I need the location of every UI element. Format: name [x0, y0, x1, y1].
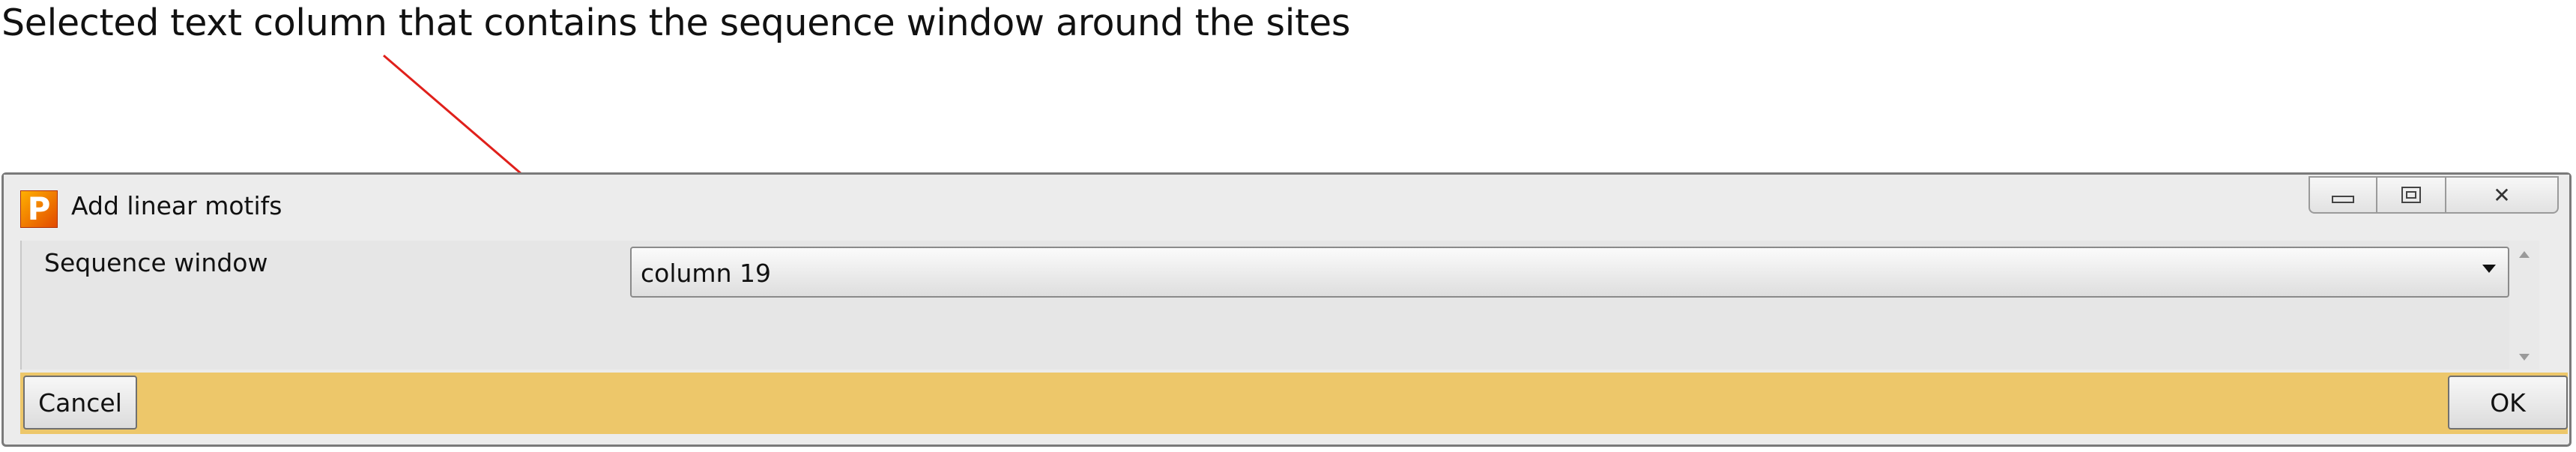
annotation-text: Selected text column that contains the s…: [1, 1, 1351, 44]
scroll-up-icon[interactable]: [2519, 251, 2530, 258]
sequence-window-label: Sequence window: [44, 248, 268, 277]
dialog-title: Add linear motifs: [71, 191, 282, 220]
window-controls: ✕: [2309, 176, 2559, 214]
vertical-scrollbar[interactable]: [2509, 241, 2539, 370]
cancel-button[interactable]: Cancel: [23, 376, 137, 430]
close-button[interactable]: ✕: [2446, 176, 2559, 214]
dialog-content: Sequence window column 19: [20, 241, 2539, 370]
button-bar: Cancel OK: [20, 373, 2568, 434]
sequence-window-select[interactable]: column 19: [630, 247, 2509, 298]
minimize-button[interactable]: [2309, 176, 2377, 214]
selected-column-value: column 19: [641, 259, 771, 288]
dropdown-arrow-icon: [2482, 265, 2496, 273]
close-icon: ✕: [2493, 182, 2511, 208]
add-linear-motifs-dialog: P Add linear motifs ✕ Sequence window co…: [1, 172, 2572, 447]
maximize-icon: [2401, 187, 2421, 203]
ok-button[interactable]: OK: [2448, 376, 2568, 430]
minimize-icon: [2332, 196, 2354, 203]
title-bar[interactable]: P Add linear motifs ✕: [4, 175, 2569, 235]
scroll-down-icon[interactable]: [2519, 354, 2530, 361]
app-icon: P: [20, 190, 58, 228]
maximize-button[interactable]: [2377, 176, 2446, 214]
